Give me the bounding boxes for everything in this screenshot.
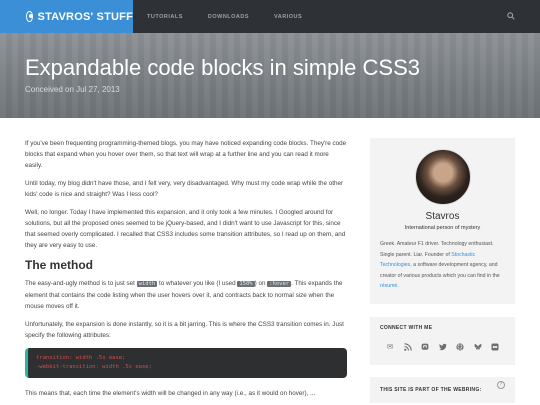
text-run: ) on bbox=[254, 280, 268, 287]
author-card: Stavros International person of mystery … bbox=[370, 138, 515, 304]
code-line: transition: width .5s ease; bbox=[36, 355, 126, 361]
flickr-icon[interactable] bbox=[491, 343, 499, 351]
top-navigation-bar: STAVROS' STUFF TUTORIALS DOWNLOADS VARIO… bbox=[0, 0, 540, 33]
article-body: If you've been frequenting programming-t… bbox=[25, 138, 347, 405]
section-heading: The method bbox=[25, 258, 93, 272]
site-title: STAVROS' STUFF bbox=[37, 10, 133, 23]
connect-heading: CONNECT WITH ME bbox=[380, 324, 433, 331]
author-tagline: International person of mystery bbox=[404, 225, 481, 231]
article-paragraph: The easy-and-ugly method is to just set … bbox=[25, 278, 347, 312]
mail-icon[interactable]: ✉ bbox=[386, 343, 394, 351]
search-icon[interactable] bbox=[507, 12, 515, 20]
code-line: -webkit-transition: width .5s ease; bbox=[36, 364, 152, 370]
text-run: to whatever you like (I used bbox=[157, 280, 238, 287]
mastodon-icon[interactable] bbox=[421, 343, 429, 351]
post-header: Expandable code blocks in simple CSS3 Co… bbox=[0, 33, 540, 118]
text-run: Greek. Amateur F1 driver. Technology ent… bbox=[380, 241, 494, 258]
nav-item-various[interactable]: VARIOUS bbox=[274, 14, 302, 20]
inline-code: :hover bbox=[267, 281, 292, 287]
article-paragraph: Until today, my blog didn't have those, … bbox=[25, 180, 344, 198]
inline-code: width bbox=[136, 281, 158, 287]
brand-logo-icon bbox=[26, 11, 33, 22]
article-paragraph: This means that, each time the element's… bbox=[25, 390, 316, 397]
article-paragraph: If you've been frequenting programming-t… bbox=[25, 140, 347, 169]
connect-card: CONNECT WITH ME ✉ bbox=[370, 316, 515, 365]
post-title: Expandable code blocks in simple CSS3 bbox=[25, 55, 421, 80]
github-icon[interactable] bbox=[456, 342, 464, 351]
rss-icon[interactable] bbox=[403, 342, 412, 351]
text-run: The easy-and-ugly method is to just set bbox=[25, 280, 137, 287]
author-name: Stavros bbox=[425, 211, 460, 222]
code-block[interactable]: transition: width .5s ease; -webkit-tran… bbox=[25, 348, 347, 378]
twitter-icon[interactable] bbox=[438, 343, 447, 351]
bluesky-icon[interactable] bbox=[474, 343, 482, 351]
nav-item-tutorials[interactable]: TUTORIALS bbox=[147, 14, 183, 20]
main-nav: TUTORIALS DOWNLOADS VARIOUS bbox=[147, 0, 327, 33]
social-links: ✉ bbox=[380, 343, 505, 355]
article-paragraph: Unfortunately, the expansion is done ins… bbox=[25, 321, 344, 339]
webring-card: THIS SITE IS PART OF THE WEBRING: ? bbox=[370, 376, 515, 403]
article-paragraph: Well, no longer. Today I have implemente… bbox=[25, 209, 346, 249]
avatar bbox=[414, 149, 471, 205]
author-bio: Greek. Amateur F1 driver. Technology ent… bbox=[380, 239, 505, 292]
help-icon[interactable]: ? bbox=[497, 380, 505, 389]
webring-heading: THIS SITE IS PART OF THE WEBRING: bbox=[380, 386, 482, 393]
inline-code: 150% bbox=[237, 281, 255, 287]
sidebar: Stavros International person of mystery … bbox=[370, 138, 515, 403]
post-date: Conceived on Jul 27, 2013 bbox=[25, 85, 120, 94]
resume-link[interactable]: résumé bbox=[380, 283, 397, 289]
text-run: . bbox=[397, 283, 399, 289]
nav-item-downloads[interactable]: DOWNLOADS bbox=[208, 14, 249, 20]
site-brand-link[interactable]: STAVROS' STUFF bbox=[0, 0, 133, 33]
